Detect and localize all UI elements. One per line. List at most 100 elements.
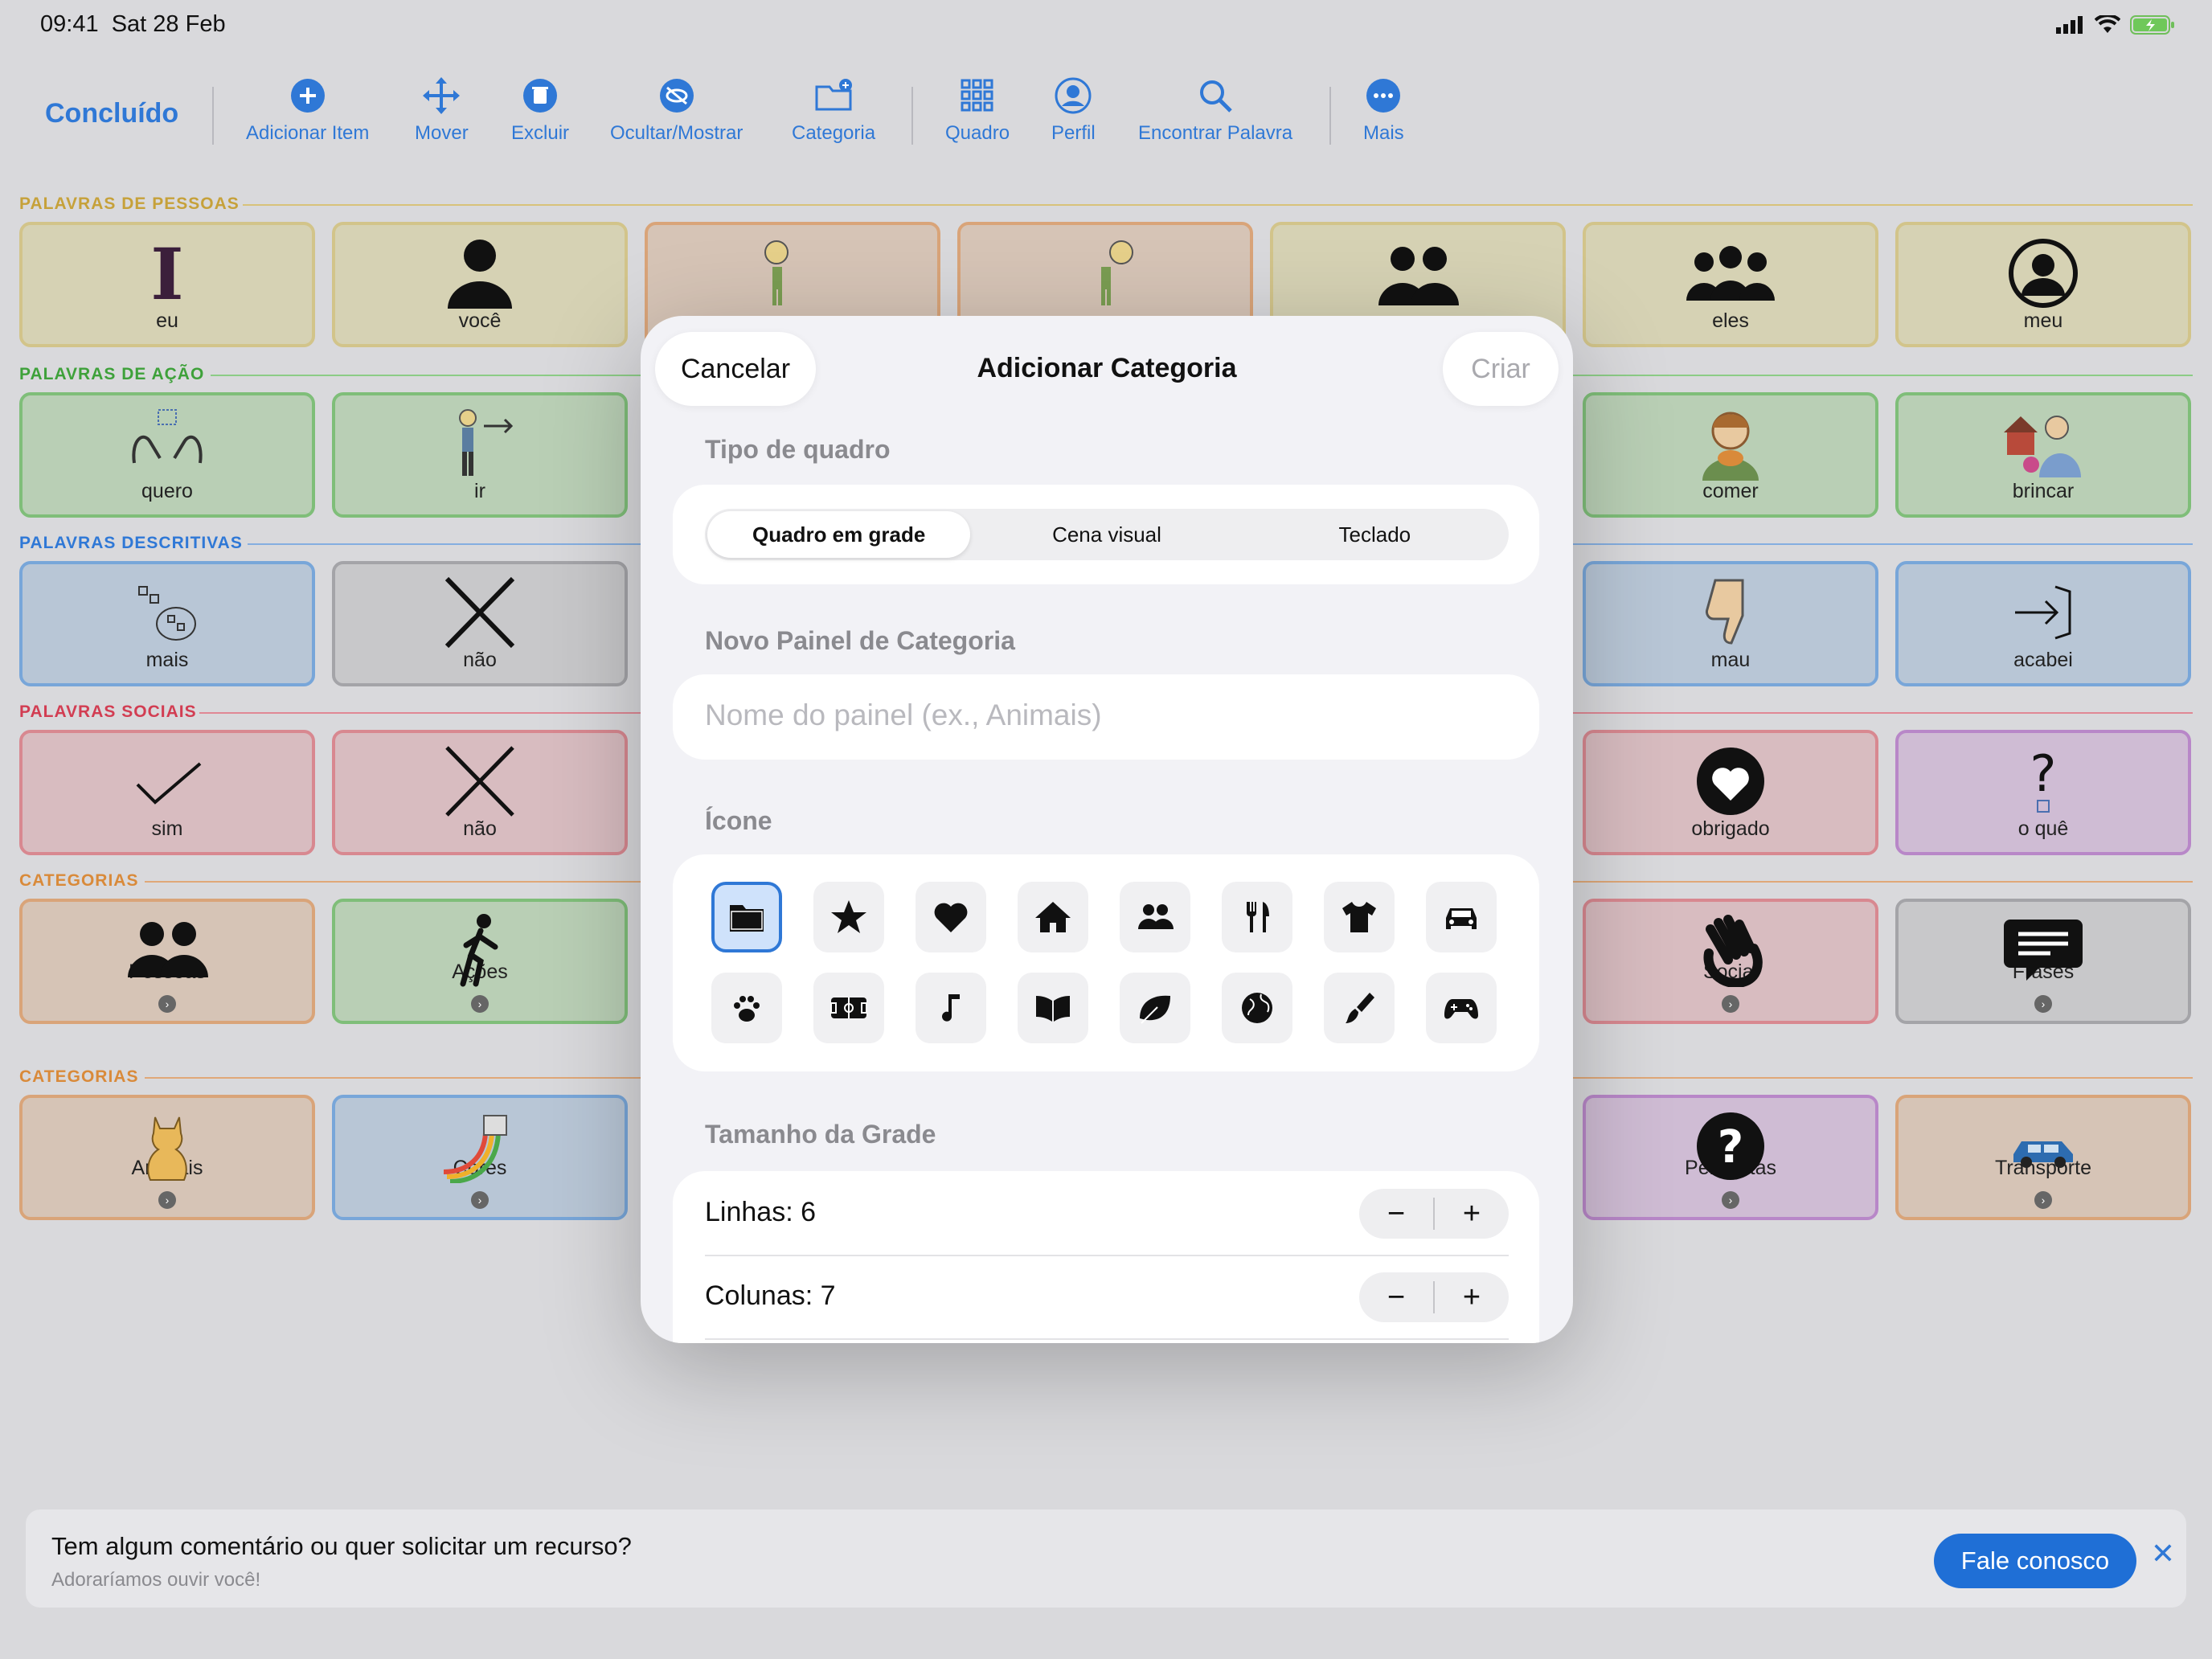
columns-label: Colunas: 7 bbox=[705, 1280, 836, 1311]
add-item-button[interactable]: Adicionar Item bbox=[246, 76, 369, 145]
gamecontroller-icon[interactable] bbox=[1426, 973, 1497, 1043]
book-icon[interactable] bbox=[1018, 973, 1088, 1043]
fork-knife-icon[interactable] bbox=[1222, 882, 1292, 952]
tile-quero[interactable]: quero bbox=[19, 392, 315, 518]
person-icon bbox=[436, 236, 524, 310]
people-icon[interactable] bbox=[1120, 882, 1190, 952]
more-items-icon bbox=[123, 576, 211, 649]
columns-decrement-button[interactable]: − bbox=[1359, 1280, 1433, 1315]
soccer-field-icon[interactable] bbox=[813, 973, 884, 1043]
contact-us-button[interactable]: Fale conosco bbox=[1934, 1534, 2136, 1588]
paintbrush-icon[interactable] bbox=[1324, 973, 1395, 1043]
thumbs-down-icon bbox=[1686, 576, 1775, 649]
segment-keyboard[interactable]: Teclado bbox=[1243, 511, 1506, 558]
tile-voce[interactable]: você bbox=[332, 222, 628, 347]
tile-sim[interactable]: sim bbox=[19, 730, 315, 855]
svg-text:I: I bbox=[150, 236, 183, 310]
chevron-right-icon: › bbox=[2034, 995, 2052, 1013]
tile-brincar[interactable]: brincar bbox=[1895, 392, 2191, 518]
move-button[interactable]: Mover bbox=[415, 76, 469, 145]
tile-transporte[interactable]: Transporte › bbox=[1895, 1095, 2191, 1220]
section-label: PALAVRAS DESCRITIVAS bbox=[19, 534, 243, 552]
tile-animais[interactable]: Animais › bbox=[19, 1095, 315, 1220]
add-category-sheet: Cancelar Adicionar Categoria Criar Tipo … bbox=[641, 316, 1573, 1343]
section-label: PALAVRAS SOCIAIS bbox=[19, 703, 197, 721]
board-button[interactable]: Quadro bbox=[945, 76, 1010, 145]
chevron-right-icon: › bbox=[158, 1191, 176, 1209]
tile-pessoas[interactable]: Pessoas › bbox=[19, 899, 315, 1024]
section-label: PALAVRAS DE AÇÃO bbox=[19, 365, 205, 383]
move-arrows-icon bbox=[423, 77, 461, 114]
chevron-right-icon: › bbox=[2034, 1191, 2052, 1209]
feedback-banner: Tem algum comentário ou quer solicitar u… bbox=[26, 1509, 2186, 1608]
globe-icon[interactable] bbox=[1222, 973, 1292, 1043]
question-mark-icon: ? bbox=[1999, 744, 2087, 818]
section-divider bbox=[243, 204, 2193, 206]
eye-slash-icon bbox=[659, 79, 694, 113]
checkmark-icon bbox=[123, 744, 211, 818]
tile-perguntas[interactable]: ? Perguntas › bbox=[1583, 1095, 1878, 1220]
person-eating-icon bbox=[1686, 407, 1775, 481]
speech-bubble-icon bbox=[1999, 913, 2087, 987]
folder-icon[interactable] bbox=[711, 882, 782, 952]
plus-circle-icon bbox=[290, 79, 325, 113]
star-icon[interactable] bbox=[813, 882, 884, 952]
segment-grid-board[interactable]: Quadro em grade bbox=[707, 511, 971, 558]
tile-frases[interactable]: Frases › bbox=[1895, 899, 2191, 1024]
rows-decrement-button[interactable]: − bbox=[1359, 1197, 1433, 1231]
x-mark-icon bbox=[436, 576, 524, 649]
columns-increment-button[interactable]: + bbox=[1435, 1280, 1509, 1315]
two-people-icon bbox=[1374, 236, 1462, 310]
panel-name-input[interactable]: Nome do painel (ex., Animais) bbox=[673, 674, 1539, 760]
child-playing-icon bbox=[1999, 407, 2087, 481]
find-word-button[interactable]: Encontrar Palavra bbox=[1138, 76, 1292, 145]
tile-o-que[interactable]: ? o quê bbox=[1895, 730, 2191, 855]
letter-i-icon: I bbox=[123, 236, 211, 310]
board-type-segmented-control: Quadro em grade Cena visual Teclado bbox=[705, 509, 1509, 560]
more-button[interactable]: Mais bbox=[1363, 76, 1404, 145]
car-icon[interactable] bbox=[1426, 882, 1497, 952]
tile-mau[interactable]: mau bbox=[1583, 561, 1878, 686]
category-button[interactable]: Categoria bbox=[792, 76, 875, 145]
tile-comer[interactable]: comer bbox=[1583, 392, 1878, 518]
tile-eu[interactable]: I eu bbox=[19, 222, 315, 347]
tile-nao-social[interactable]: não bbox=[332, 730, 628, 855]
grid-size-label: Tamanho da Grade bbox=[705, 1120, 936, 1149]
tile-acoes[interactable]: Ações › bbox=[332, 899, 628, 1024]
hand-wave-icon bbox=[1686, 913, 1775, 987]
done-button[interactable]: Concluído bbox=[45, 98, 178, 129]
wifi-icon bbox=[2095, 15, 2120, 33]
tshirt-icon[interactable] bbox=[1324, 882, 1395, 952]
heart-icon[interactable] bbox=[916, 882, 986, 952]
profile-button[interactable]: Perfil bbox=[1051, 76, 1096, 145]
tile-meu[interactable]: meu bbox=[1895, 222, 2191, 347]
rows-increment-button[interactable]: + bbox=[1435, 1197, 1509, 1231]
signal-icon bbox=[2056, 16, 2083, 34]
panel-name-placeholder: Nome do painel (ex., Animais) bbox=[705, 698, 1102, 731]
hide-show-button[interactable]: Ocultar/Mostrar bbox=[610, 76, 743, 145]
banner-title: Tem algum comentário ou quer solicitar u… bbox=[51, 1532, 632, 1560]
ellipsis-circle-icon bbox=[1366, 79, 1401, 113]
segment-visual-scene[interactable]: Cena visual bbox=[975, 511, 1238, 558]
house-icon[interactable] bbox=[1018, 882, 1088, 952]
delete-button[interactable]: Excluir bbox=[511, 76, 569, 145]
rows-label: Linhas: 6 bbox=[705, 1197, 816, 1227]
close-icon[interactable]: ✕ bbox=[2141, 1532, 2185, 1575]
battery-icon bbox=[2130, 15, 2174, 35]
tile-nao[interactable]: não bbox=[332, 561, 628, 686]
tile-obrigado[interactable]: obrigado bbox=[1583, 730, 1878, 855]
tile-cores[interactable]: Cores › bbox=[332, 1095, 628, 1220]
leaf-icon[interactable] bbox=[1120, 973, 1190, 1043]
tile-eles[interactable]: eles bbox=[1583, 222, 1878, 347]
icon-picker-grid bbox=[711, 882, 1497, 1043]
music-note-icon[interactable] bbox=[916, 973, 986, 1043]
svg-text:?: ? bbox=[1718, 1121, 1743, 1174]
tile-acabei[interactable]: acabei bbox=[1895, 561, 2191, 686]
section-label: CATEGORIAS bbox=[19, 1067, 139, 1086]
columns-stepper: − + bbox=[1359, 1272, 1509, 1322]
tile-social[interactable]: Social › bbox=[1583, 899, 1878, 1024]
paw-icon[interactable] bbox=[711, 973, 782, 1043]
create-button[interactable]: Criar bbox=[1443, 332, 1559, 406]
tile-ir[interactable]: ir bbox=[332, 392, 628, 518]
tile-mais[interactable]: mais bbox=[19, 561, 315, 686]
